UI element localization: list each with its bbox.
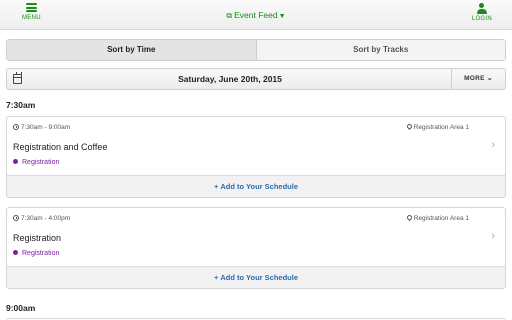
chevron-right-icon[interactable]: › (491, 139, 495, 151)
login-button[interactable]: LOGIN (472, 3, 492, 22)
session-location: Registration Area 1 (405, 122, 469, 131)
session-track: Registration (13, 250, 59, 257)
track-dot-icon (13, 250, 18, 255)
time-section-header: 9:00am (6, 303, 36, 313)
session-location: Registration Area 1 (405, 213, 469, 222)
session-location-text: Registration Area 1 (413, 124, 469, 131)
session-card[interactable]: 7:30am - 9:00am Registration Area 1 Regi… (6, 116, 506, 198)
chevron-right-icon[interactable]: › (491, 230, 495, 242)
location-pin-icon (405, 213, 413, 222)
current-date: Saturday, June 20th, 2015 (178, 74, 282, 84)
plus-icon: + (213, 182, 219, 191)
sort-toggle: Sort by Time Sort by Tracks (6, 39, 506, 61)
session-track: Registration (13, 159, 59, 166)
event-feed-dropdown[interactable]: ⧉ Event Feed▼ (0, 10, 512, 21)
sort-by-tracks-button[interactable]: Sort by Tracks (255, 40, 505, 60)
rss-icon: ⧉ (226, 11, 233, 20)
location-pin-icon (405, 122, 413, 131)
event-feed-label: Event Feed (234, 10, 278, 20)
add-to-schedule-button[interactable]: + Add to Your Schedule (7, 266, 505, 288)
chevron-down-icon: ⌄ (486, 75, 493, 82)
add-to-schedule-button[interactable]: + Add to Your Schedule (7, 175, 505, 197)
add-to-schedule-label: Add to Your Schedule (220, 182, 299, 191)
date-bar: Saturday, June 20th, 2015 MORE ⌄ (6, 68, 506, 90)
session-track-text: Registration (22, 159, 60, 166)
add-to-schedule-label: Add to Your Schedule (220, 273, 299, 282)
session-track-text: Registration (22, 250, 60, 257)
session-card[interactable]: 7:30am - 4:00pm Registration Area 1 Regi… (6, 207, 506, 289)
session-time-text: 7:30am - 4:00pm (21, 215, 71, 222)
track-dot-icon (13, 159, 18, 164)
session-time: 7:30am - 9:00am (13, 124, 70, 131)
more-button[interactable]: MORE ⌄ (451, 69, 505, 89)
top-bar: MENU ⧉ Event Feed▼ LOGIN (0, 0, 512, 30)
plus-icon: + (213, 273, 219, 282)
time-section-header: 7:30am (6, 100, 36, 110)
user-icon (476, 3, 487, 14)
caret-down-icon: ▼ (278, 13, 286, 20)
sort-by-time-button[interactable]: Sort by Time (7, 40, 256, 60)
session-title[interactable]: Registration (13, 233, 61, 243)
session-time-text: 7:30am - 9:00am (21, 124, 71, 131)
clock-icon (13, 215, 19, 221)
session-title[interactable]: Registration and Coffee (13, 142, 107, 152)
clock-icon (13, 124, 19, 130)
session-location-text: Registration Area 1 (413, 215, 469, 222)
more-label: MORE (464, 75, 485, 82)
login-label: LOGIN (471, 16, 492, 22)
session-time: 7:30am - 4:00pm (13, 215, 70, 222)
